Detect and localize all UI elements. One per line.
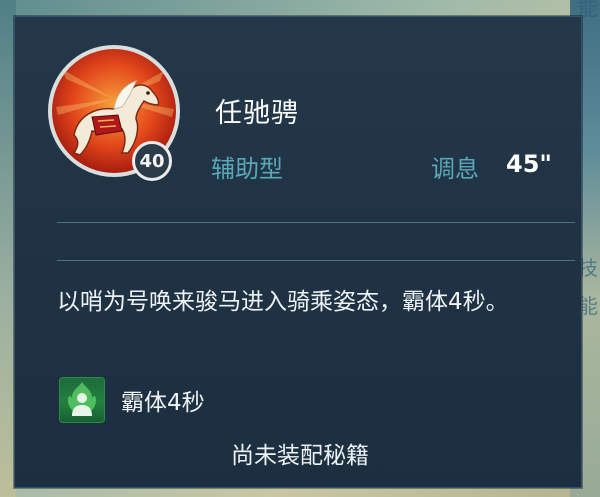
effect-label: 霸体4秒 bbox=[121, 390, 205, 416]
skill-description: 以哨为号唤来骏马进入骑乘姿态，霸体4秒。 bbox=[57, 289, 509, 315]
skill-type: 辅助型 bbox=[211, 155, 283, 183]
green-figure-icon bbox=[59, 377, 105, 423]
effect-icon-graphic bbox=[68, 382, 96, 416]
skill-name: 任驰骋 bbox=[215, 98, 299, 129]
cooldown-label: 调息 bbox=[431, 155, 479, 183]
divider bbox=[57, 260, 575, 261]
skill-level-badge: 40 bbox=[132, 141, 172, 181]
divider bbox=[57, 222, 575, 223]
cooldown-value: 45" bbox=[506, 150, 552, 178]
scroll-status-text: 尚未装配秘籍 bbox=[231, 443, 369, 469]
skill-tooltip-panel: 40 任驰骋 辅助型 调息 45" 以哨为号唤来骏马进入骑乘姿态，霸体4秒。 霸… bbox=[14, 16, 582, 488]
